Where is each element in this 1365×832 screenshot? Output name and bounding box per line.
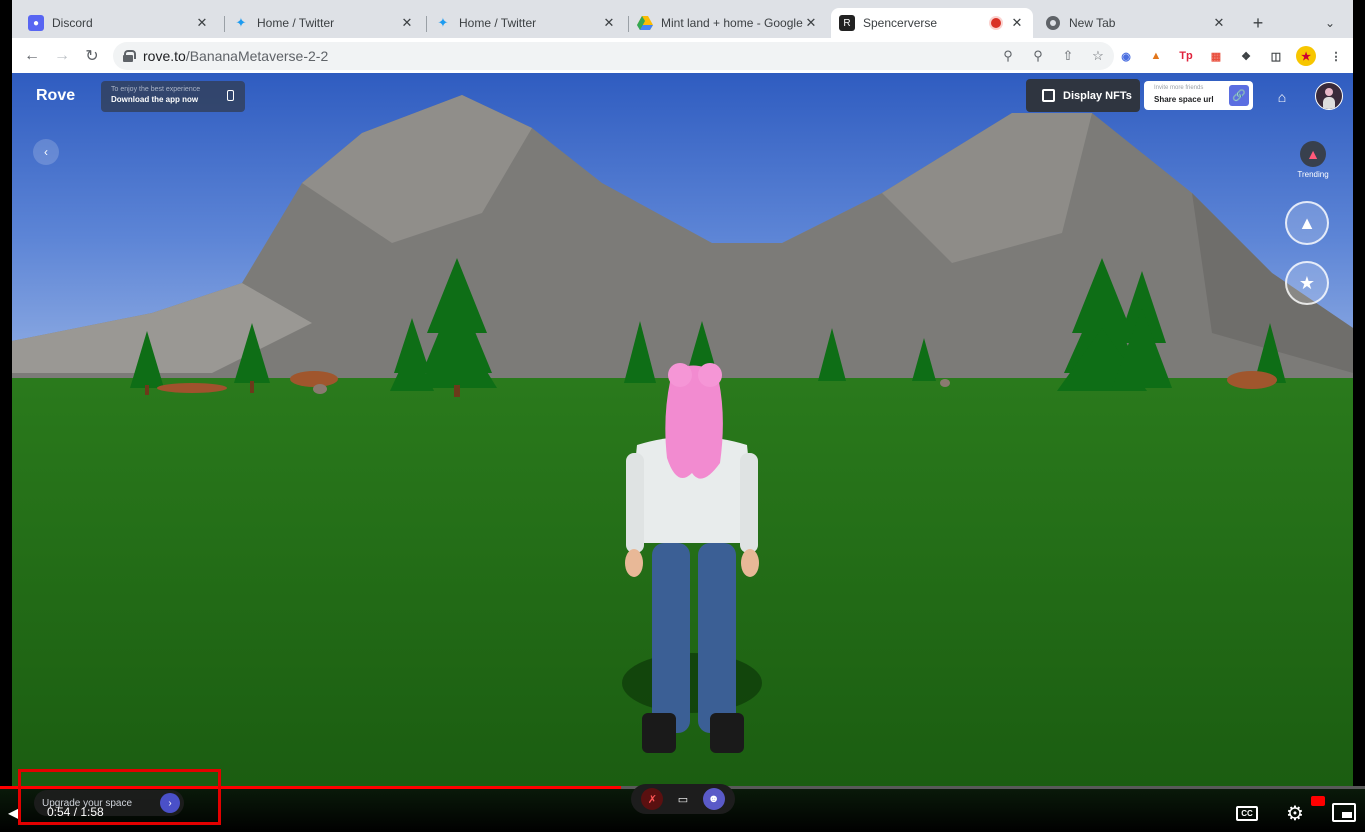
character-shadow (622, 653, 762, 713)
rocket-icon[interactable]: ▲ (1285, 201, 1329, 245)
display-nfts-button[interactable]: Display NFTs (1026, 79, 1140, 112)
tab-title: Spencerverse (863, 16, 938, 30)
google-drive-icon (637, 15, 653, 31)
tab-title: Home / Twitter (257, 16, 335, 30)
log (290, 371, 338, 387)
close-icon[interactable]: ✕ (194, 15, 210, 31)
rove-logo[interactable]: Rove (36, 87, 75, 105)
tab-google-drive[interactable]: Mint land + home - Google ✕ (629, 8, 827, 38)
tab-title: Mint land + home - Google (661, 16, 803, 30)
browser-chrome: ● Discord ✕ ✦ Home / Twitter ✕ ✦ Home / … (12, 0, 1353, 73)
display-nfts-label: Display NFTs (1063, 89, 1132, 102)
tab-title: New Tab (1069, 16, 1116, 30)
omnibox-actions: ⚲ ⚲ ⇧ ☆ (1000, 46, 1106, 66)
tab-title: Home / Twitter (459, 16, 537, 30)
url-host: rove.to (143, 48, 186, 64)
flame-icon: ▲ (1300, 141, 1326, 167)
close-icon[interactable]: ✕ (1009, 15, 1025, 31)
mic-muted-icon[interactable]: ✗ (641, 788, 664, 810)
dance-emote-icon[interactable]: ★ (1285, 261, 1329, 305)
browser-toolbar: ← → ↻ rove.to/BananaMetaverse-2-2 ⚲ ⚲ ⇧ … (12, 38, 1353, 73)
miniplayer-icon[interactable] (1332, 803, 1356, 822)
tab-title: Discord (52, 16, 93, 30)
zoom-icon[interactable]: ⚲ (1030, 46, 1046, 66)
rove-media-controls: ✗ ▭ ☻ (631, 784, 735, 814)
tab-spencerverse[interactable]: R Spencerverse ✕ (831, 8, 1033, 38)
forward-arrow-icon[interactable]: → (52, 46, 72, 66)
annotation-highlight-box (18, 769, 221, 825)
grammarly-icon[interactable]: ◉ (1116, 46, 1136, 66)
metaverse-viewport[interactable]: Rove To enjoy the best experience Downlo… (12, 73, 1353, 786)
tab-new-tab[interactable]: New Tab ✕ (1037, 8, 1235, 38)
log (1227, 371, 1277, 389)
tab-twitter-2[interactable]: ✦ Home / Twitter ✕ (427, 8, 625, 38)
side-panel-icon[interactable]: ◫ (1266, 46, 1286, 66)
tab-strip: ● Discord ✕ ✦ Home / Twitter ✕ ✦ Home / … (12, 8, 1353, 38)
avatar[interactable] (1315, 82, 1343, 110)
twitter-icon: ✦ (437, 15, 449, 30)
hd-badge (1311, 796, 1325, 806)
puzzle-extensions-icon[interactable]: ❖ (1236, 46, 1256, 66)
link-icon[interactable]: 🔗 (1229, 85, 1249, 106)
extensions-area: ◉ ▲ Tp ▦ ❖ ◫ ★ ⋮ (1116, 46, 1346, 66)
3d-scene (12, 73, 1353, 786)
tp-extension-icon[interactable]: Tp (1176, 46, 1196, 66)
recording-icon (991, 18, 1001, 28)
closed-captions-button[interactable]: CC (1236, 806, 1258, 821)
bookmark-star-icon[interactable]: ☆ (1090, 46, 1106, 66)
log (157, 383, 227, 393)
share-icon[interactable]: ⇧ (1060, 46, 1076, 66)
download-app-banner[interactable]: To enjoy the best experience Download th… (101, 81, 245, 112)
home-icon[interactable]: ⌂ (1270, 85, 1294, 109)
profile-avatar-icon[interactable]: ★ (1296, 46, 1316, 66)
close-icon[interactable]: ✕ (1211, 15, 1227, 31)
rove-icon: R (839, 15, 855, 31)
phone-icon (227, 90, 234, 101)
chrome-icon (1045, 15, 1061, 31)
tab-discord[interactable]: ● Discord ✕ (20, 8, 218, 38)
download-app-label: Download the app now (111, 95, 199, 104)
chevron-left-icon[interactable]: ‹ (33, 139, 59, 165)
reload-icon[interactable]: ↻ (82, 46, 102, 66)
kebab-menu-icon[interactable]: ⋮ (1326, 46, 1346, 66)
calendar-extension-icon[interactable]: ▦ (1206, 46, 1226, 66)
screen: ● Discord ✕ ✦ Home / Twitter ✕ ✦ Home / … (0, 0, 1365, 832)
trending-button[interactable]: ▲ Trending (1295, 141, 1331, 179)
download-app-hint: To enjoy the best experience (111, 86, 201, 93)
url-path: /BananaMetaverse-2-2 (185, 48, 329, 64)
screen-share-icon[interactable]: ▭ (672, 788, 694, 810)
tab-twitter-1[interactable]: ✦ Home / Twitter ✕ (225, 8, 423, 38)
twitter-icon: ✦ (235, 15, 247, 30)
share-hint: Invite more friends (1154, 85, 1204, 91)
share-label: Share space url (1154, 95, 1214, 104)
new-tab-button[interactable]: + (1248, 13, 1268, 33)
metamask-fox-icon[interactable]: ▲ (1146, 46, 1166, 66)
microphone-icon[interactable]: ⚲ (1000, 46, 1016, 66)
rock (940, 379, 950, 387)
frame-icon (1042, 89, 1055, 102)
address-bar[interactable]: rove.to/BananaMetaverse-2-2 ⚲ ⚲ ⇧ ☆ (113, 42, 1114, 70)
close-icon[interactable]: ✕ (399, 15, 415, 31)
discord-icon: ● (28, 15, 44, 31)
rock (313, 384, 327, 394)
trending-label: Trending (1297, 170, 1329, 179)
gear-icon[interactable]: ⚙ (1283, 801, 1307, 825)
share-space-url-field[interactable]: Invite more friends Share space url 🔗 (1144, 81, 1253, 110)
back-arrow-icon[interactable]: ← (22, 46, 42, 66)
lock-icon (123, 50, 136, 62)
emoji-avatar-icon[interactable]: ☻ (702, 788, 725, 810)
close-icon[interactable]: ✕ (601, 15, 617, 31)
close-icon[interactable]: ✕ (803, 15, 819, 31)
url-text: rove.to/BananaMetaverse-2-2 (143, 48, 328, 64)
chevron-down-icon[interactable]: ⌄ (1320, 13, 1340, 33)
